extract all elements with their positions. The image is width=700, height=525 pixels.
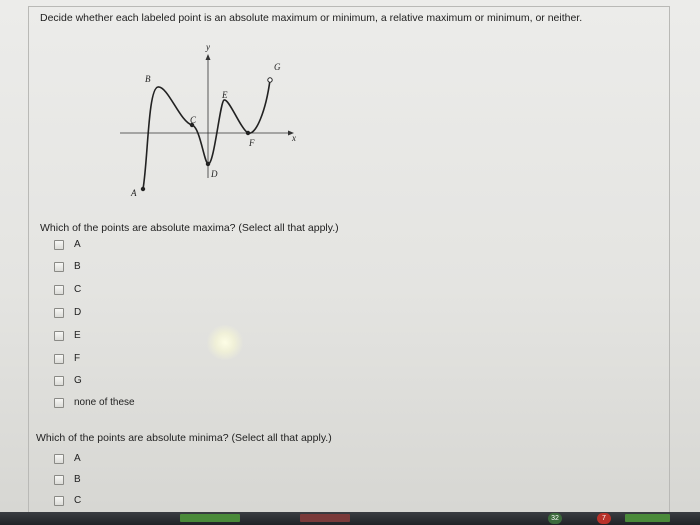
taskbar-app-icon[interactable]: [625, 514, 670, 522]
checkbox[interactable]: [54, 353, 64, 364]
point-E-label: E: [221, 90, 228, 100]
option-max-E[interactable]: E: [54, 330, 81, 341]
point-F-label: F: [248, 138, 255, 148]
point-D-label: D: [210, 169, 218, 179]
point-A-dot: [140, 186, 146, 192]
point-D-dot: [205, 161, 211, 167]
instructions-text: Decide whether each labeled point is an …: [40, 12, 583, 24]
taskbar-app-icon[interactable]: [300, 514, 350, 522]
point-G-dot: [267, 77, 273, 83]
function-graph: y x A B C D E F G: [120, 42, 296, 198]
option-label: E: [74, 330, 81, 341]
option-max-F[interactable]: F: [54, 353, 80, 364]
option-max-none[interactable]: none of these: [54, 397, 135, 408]
taskbar: 32 7: [0, 512, 700, 525]
screen-glare: [205, 325, 245, 360]
question-absolute-maxima: Which of the points are absolute maxima?…: [40, 222, 339, 234]
point-G-label: G: [274, 62, 281, 72]
option-label: A: [74, 239, 81, 250]
option-max-D[interactable]: D: [54, 307, 81, 318]
point-B-label: B: [145, 74, 151, 84]
y-axis-label: y: [205, 42, 210, 52]
checkbox[interactable]: [54, 375, 64, 386]
option-max-C[interactable]: C: [54, 284, 81, 295]
checkbox[interactable]: [54, 307, 64, 318]
option-max-A[interactable]: A: [54, 239, 81, 250]
point-A-label: A: [130, 188, 137, 198]
option-label: G: [74, 375, 82, 386]
checkbox[interactable]: [54, 239, 64, 250]
option-label: F: [74, 353, 81, 364]
x-axis-label: x: [291, 133, 296, 143]
question-absolute-minima: Which of the points are absolute minima?…: [36, 432, 332, 444]
option-label: B: [74, 474, 81, 485]
taskbar-badge[interactable]: 7: [597, 513, 611, 524]
function-curve: [142, 79, 271, 190]
option-min-B[interactable]: B: [54, 474, 81, 485]
option-max-G[interactable]: G: [54, 375, 82, 386]
checkbox[interactable]: [54, 330, 64, 341]
option-label: B: [74, 261, 81, 272]
checkbox[interactable]: [54, 284, 64, 295]
checkbox[interactable]: [54, 474, 64, 485]
option-label: A: [74, 453, 81, 464]
y-axis-arrow: [205, 54, 211, 60]
checkbox[interactable]: [54, 495, 64, 506]
taskbar-app-icon[interactable]: [180, 514, 240, 522]
page: Decide whether each labeled point is an …: [0, 0, 700, 525]
option-label: D: [74, 307, 82, 318]
option-min-C[interactable]: C: [54, 495, 81, 506]
option-max-B[interactable]: B: [54, 261, 81, 272]
point-C-label: C: [190, 115, 197, 125]
point-F-dot: [245, 130, 251, 136]
checkbox[interactable]: [54, 453, 64, 464]
option-label: C: [74, 495, 82, 506]
checkbox[interactable]: [54, 397, 64, 408]
checkbox[interactable]: [54, 261, 64, 272]
taskbar-badge[interactable]: 32: [548, 513, 562, 524]
option-min-A[interactable]: A: [54, 453, 81, 464]
option-label: C: [74, 284, 82, 295]
option-label: none of these: [74, 397, 135, 408]
